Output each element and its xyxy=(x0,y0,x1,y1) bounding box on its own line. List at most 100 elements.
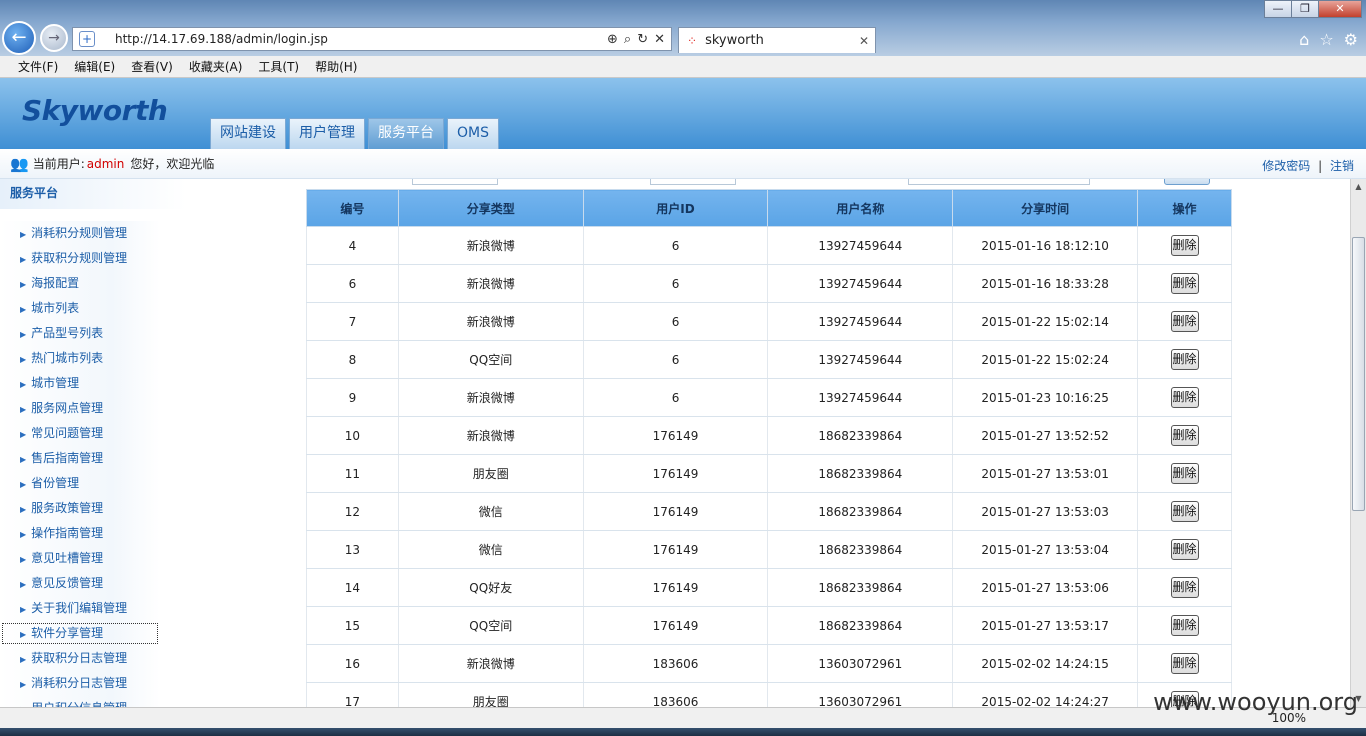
home-icon[interactable]: ⌂ xyxy=(1299,30,1309,49)
back-arrow-icon: ← xyxy=(11,27,27,48)
tab-oms[interactable]: OMS xyxy=(447,118,499,149)
watermark: www.wooyun.org xyxy=(1153,688,1358,716)
tab-website-building[interactable]: 网站建设 xyxy=(210,118,286,149)
delete-button[interactable]: 删除 xyxy=(1170,615,1199,636)
sidebar-item[interactable]: ▶用户积分信息管理 xyxy=(0,696,160,707)
url-text[interactable]: http://14.17.69.188/admin/login.jsp xyxy=(115,32,607,46)
delete-button[interactable]: 删除 xyxy=(1170,577,1199,598)
cell-action: 删除 xyxy=(1137,568,1232,607)
delete-button[interactable]: 删除 xyxy=(1170,387,1199,408)
favorites-star-icon[interactable]: ☆ xyxy=(1319,30,1333,49)
forward-button[interactable]: → xyxy=(40,24,68,52)
stop-icon[interactable]: ✕ xyxy=(654,32,665,47)
sidebar-item[interactable]: ▶ 服务网点管理 xyxy=(0,396,160,421)
close-window-button[interactable]: ✕ xyxy=(1318,0,1362,18)
delete-button[interactable]: 删除 xyxy=(1170,425,1199,446)
search-icon[interactable]: ⌕ xyxy=(624,32,631,47)
browser-chrome: — ❐ ✕ ← → + http://14.17.69.188/admin/lo… xyxy=(0,0,1366,56)
back-button[interactable]: ← xyxy=(2,21,36,55)
bullet-arrow-icon: ▶ xyxy=(20,630,27,639)
sidebar-item[interactable]: ▶ 获取积分日志管理 xyxy=(0,646,160,671)
sidebar-item-label: 售后指南管理 xyxy=(31,451,104,465)
cell-user-name: 13927459644 xyxy=(767,378,953,417)
bullet-arrow-icon: ▶ xyxy=(20,530,27,539)
bullet-arrow-icon: ▶ xyxy=(20,655,27,664)
cell-user-name: 18682339864 xyxy=(767,416,953,455)
delete-button[interactable]: 删除 xyxy=(1170,539,1199,560)
scroll-up-icon[interactable]: ▲ xyxy=(1351,179,1366,195)
tab-close-icon[interactable]: ✕ xyxy=(859,34,869,48)
menu-file[interactable]: 文件(F) xyxy=(18,58,58,75)
sidebar-item[interactable]: ▶ 软件分享管理 xyxy=(0,621,160,646)
current-user-label: 当前用户: xyxy=(32,157,85,171)
bullet-arrow-icon: ▶ xyxy=(20,605,27,614)
delete-button[interactable]: 删除 xyxy=(1170,235,1199,256)
filter-input-2[interactable] xyxy=(650,179,736,185)
search-button[interactable] xyxy=(1164,179,1210,185)
bullet-arrow-icon: ▶ xyxy=(20,330,27,339)
sidebar-item[interactable]: ▶ 消耗积分日志管理 xyxy=(0,671,160,696)
menu-help[interactable]: 帮助(H) xyxy=(315,58,357,75)
cell-user-name: 13927459644 xyxy=(767,264,953,303)
delete-button[interactable]: 删除 xyxy=(1170,653,1199,674)
delete-button[interactable]: 删除 xyxy=(1170,463,1199,484)
sidebar-item[interactable]: ▶ 热门城市列表 xyxy=(0,346,160,371)
delete-button[interactable]: 删除 xyxy=(1170,311,1199,332)
col-header-action: 操作 xyxy=(1137,189,1232,227)
cell-share-type: 新浪微博 xyxy=(397,644,584,683)
sidebar-item-label: 操作指南管理 xyxy=(31,526,104,540)
sidebar-item[interactable]: ▶ 消耗积分规则管理 xyxy=(0,221,160,246)
cell-action: 删除 xyxy=(1137,416,1232,455)
skyworth-logo: Skyworth xyxy=(22,94,168,127)
sidebar-item[interactable]: ▶ 海报配置 xyxy=(0,271,160,296)
menu-edit[interactable]: 编辑(E) xyxy=(74,58,115,75)
sidebar-item[interactable]: ▶ 常见问题管理 xyxy=(0,421,160,446)
sidebar-item[interactable]: ▶ 省份管理 xyxy=(0,471,160,496)
vertical-scrollbar[interactable]: ▲ ▼ xyxy=(1350,179,1366,707)
sidebar-item[interactable]: ▶ 意见反馈管理 xyxy=(0,571,160,596)
tab-service-platform[interactable]: 服务平台 xyxy=(368,118,444,149)
browser-tab[interactable]: ⁘ skyworth ✕ xyxy=(678,27,876,53)
tab-user-management[interactable]: 用户管理 xyxy=(289,118,365,149)
logout-link[interactable]: 注销 xyxy=(1330,159,1354,173)
sidebar-item-label: 城市列表 xyxy=(31,301,80,315)
change-password-link[interactable]: 修改密码 xyxy=(1262,159,1310,173)
settings-gear-icon[interactable]: ⚙ xyxy=(1344,30,1358,49)
sidebar-item-label: 消耗积分规则管理 xyxy=(31,226,128,240)
cell-share-type: 朋友圈 xyxy=(397,454,584,493)
col-header-share-time: 分享时间 xyxy=(952,189,1139,227)
refresh-icon[interactable]: ↻ xyxy=(637,32,648,47)
sidebar-item[interactable]: ▶ 城市列表 xyxy=(0,296,160,321)
sidebar-item[interactable]: ▶ 城市管理 xyxy=(0,371,160,396)
table-body: 4 新浪微博 6 13927459644 2015-01-16 18:12:10 删除 6 新… xyxy=(306,226,1232,707)
sidebar-item[interactable]: ▶ 获取积分规则管理 xyxy=(0,246,160,271)
delete-button[interactable]: 删除 xyxy=(1170,501,1199,522)
sidebar-item[interactable]: ▶ 关于我们编辑管理 xyxy=(0,596,160,621)
cell-share-time: 2015-01-23 10:16:25 xyxy=(952,378,1138,417)
sidebar-item[interactable]: ▶ 产品型号列表 xyxy=(0,321,160,346)
filter-input-3[interactable] xyxy=(908,179,1090,185)
address-bar[interactable]: + http://14.17.69.188/admin/login.jsp ⊕ … xyxy=(72,27,672,51)
sidebar-item[interactable]: ▶ 操作指南管理 xyxy=(0,521,160,546)
delete-button[interactable]: 删除 xyxy=(1170,349,1199,370)
cell-action: 删除 xyxy=(1137,492,1232,531)
delete-button[interactable]: 删除 xyxy=(1170,273,1199,294)
bullet-arrow-icon: ▶ xyxy=(20,255,27,264)
table-row: 12 微信 176149 18682339864 2015-01-27 13:53:03… xyxy=(306,492,1232,531)
taskbar xyxy=(0,728,1366,736)
filter-input-1[interactable] xyxy=(412,179,498,185)
maximize-button[interactable]: ❐ xyxy=(1291,0,1319,18)
table-row: 16 新浪微博 183606 13603072961 2015-02-02 14:24:… xyxy=(306,644,1232,683)
sidebar-item[interactable]: ▶ 售后指南管理 xyxy=(0,446,160,471)
sidebar-item-label: 产品型号列表 xyxy=(31,326,104,340)
sidebar-item[interactable]: ▶ 服务政策管理 xyxy=(0,496,160,521)
cell-share-time: 2015-01-27 13:53:06 xyxy=(952,568,1138,607)
compat-view-icon[interactable]: ⊕ xyxy=(607,32,618,47)
menu-favorites[interactable]: 收藏夹(A) xyxy=(189,58,243,75)
minimize-button[interactable]: — xyxy=(1264,0,1292,18)
sidebar-item[interactable]: ▶ 意见吐槽管理 xyxy=(0,546,160,571)
menu-view[interactable]: 查看(V) xyxy=(131,58,173,75)
menu-tools[interactable]: 工具(T) xyxy=(258,58,299,75)
scrollbar-thumb[interactable] xyxy=(1352,237,1365,511)
cell-user-id: 176149 xyxy=(582,606,768,645)
